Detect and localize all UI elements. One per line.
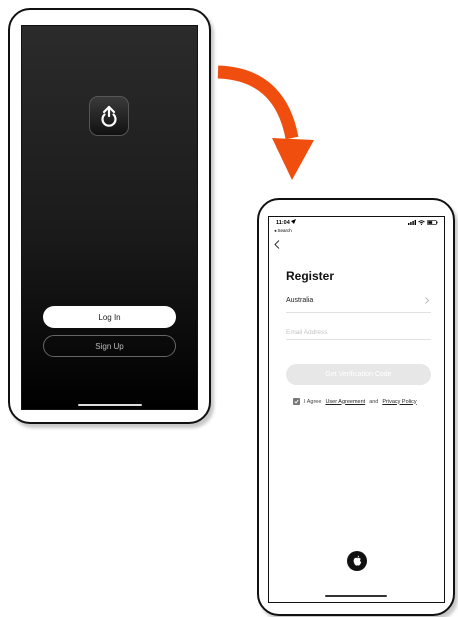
apple-icon — [353, 555, 361, 566]
app-logo — [89, 96, 129, 136]
status-time: 11:04 — [276, 219, 297, 226]
home-indicator — [325, 595, 387, 597]
phone-welcome: Log In Sign Up — [8, 8, 211, 424]
status-back-app[interactable]: ◂ Search — [274, 228, 292, 234]
apple-signin-button[interactable] — [347, 551, 367, 571]
agreement-row: I Agree User Agreement and Privacy Polic… — [293, 398, 417, 405]
status-icons — [408, 220, 438, 225]
status-time-text: 11:04 — [276, 220, 290, 226]
login-button[interactable]: Log In — [43, 306, 176, 328]
check-icon — [294, 399, 299, 404]
home-indicator — [78, 404, 142, 406]
privacy-policy-link[interactable]: Privacy Policy — [382, 399, 416, 405]
agree-checkbox[interactable] — [293, 398, 300, 405]
email-field[interactable] — [286, 325, 431, 340]
location-arrow-icon — [291, 219, 297, 224]
welcome-screen: Log In Sign Up — [21, 25, 198, 410]
register-screen: 11:04 ◂ Search Register Australia Email … — [268, 216, 445, 603]
agree-and: and — [369, 398, 379, 405]
signal-icon — [408, 220, 416, 225]
back-button[interactable] — [274, 240, 280, 252]
country-selector[interactable]: Australia — [286, 297, 431, 313]
signup-button[interactable]: Sign Up — [43, 335, 176, 357]
agree-prefix: I Agree — [304, 398, 322, 405]
battery-icon — [427, 220, 438, 225]
user-agreement-link[interactable]: User Agreement — [325, 399, 365, 405]
country-value: Australia — [286, 297, 314, 304]
page-title: Register — [286, 269, 335, 283]
phone-register: 11:04 ◂ Search Register Australia Email … — [257, 198, 455, 616]
chevron-right-icon — [425, 297, 430, 306]
get-verification-code-button[interactable]: Get Verification Code — [286, 364, 431, 385]
chevron-left-icon — [274, 240, 280, 249]
wifi-icon — [418, 220, 425, 225]
power-icon — [101, 105, 117, 127]
curved-arrow-icon — [217, 65, 314, 180]
